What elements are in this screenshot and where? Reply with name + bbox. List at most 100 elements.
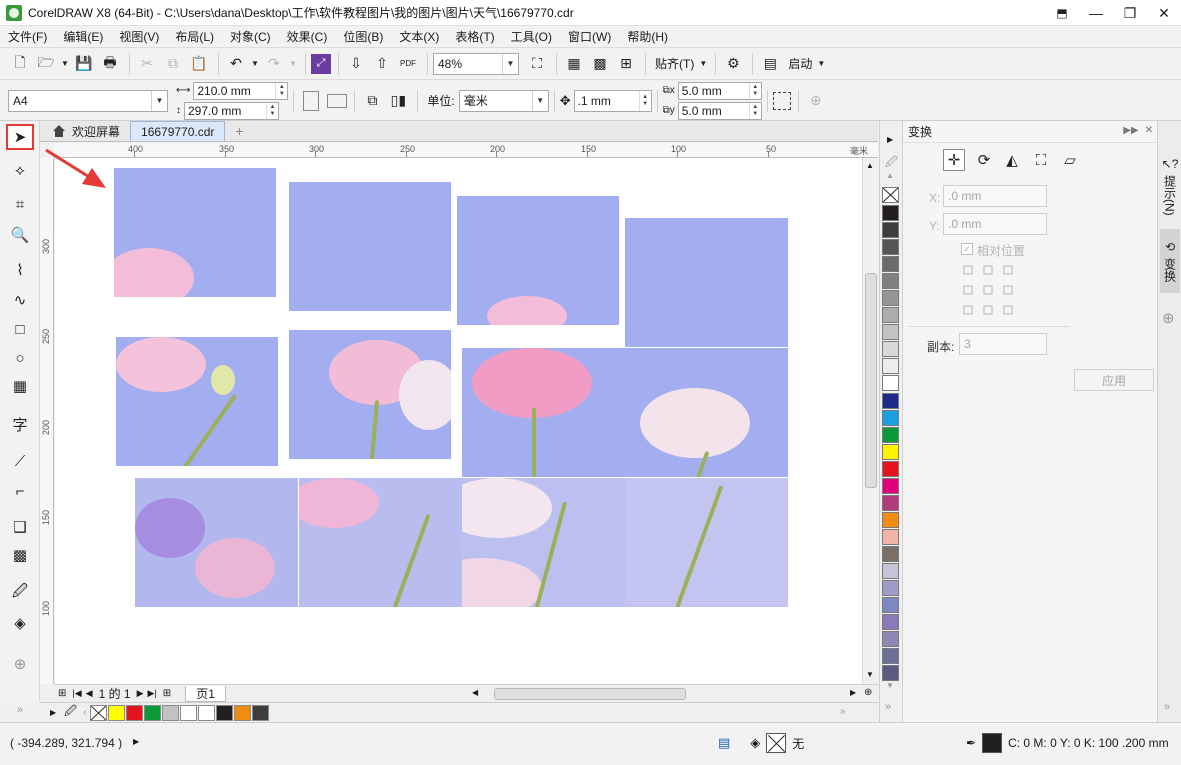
menu-file[interactable]: 文件(F): [0, 28, 55, 45]
color-proof-icon[interactable]: ▤: [718, 735, 730, 751]
zoom-navigator-icon[interactable]: ⊕: [864, 687, 872, 698]
color-swatch[interactable]: [234, 704, 252, 721]
menu-table[interactable]: 表格(T): [447, 28, 502, 45]
x-position-input[interactable]: .0 mm: [943, 185, 1047, 207]
paper-size-combo[interactable]: A4 ▼: [8, 89, 168, 112]
current-page-icon[interactable]: ▯▮: [386, 89, 410, 113]
spin-arrows-icon[interactable]: ▲ ▼: [266, 102, 278, 119]
redo-icon[interactable]: ↷: [262, 52, 286, 76]
undo-icon[interactable]: ↶: [224, 52, 248, 76]
tab-hints[interactable]: ↖? 提示(N): [1160, 143, 1180, 229]
paste-icon[interactable]: 📋: [187, 52, 211, 76]
undo-dropdown-icon[interactable]: ▼: [250, 52, 260, 76]
new-document-icon[interactable]: 🗋: [8, 52, 32, 76]
last-page-icon[interactable]: ▶|: [148, 688, 157, 699]
rotate-tab-icon[interactable]: ⟳: [973, 149, 995, 171]
horizontal-scroll-thumb[interactable]: [494, 688, 686, 700]
launch-dropdown-icon[interactable]: ▼: [816, 52, 826, 76]
drop-shadow-icon[interactable]: ❑: [6, 514, 34, 540]
color-swatch[interactable]: [882, 563, 899, 579]
eyedropper-icon[interactable]: 🖉: [64, 702, 77, 723]
color-swatch[interactable]: [882, 290, 899, 306]
connector-tool-icon[interactable]: ⌐: [6, 478, 34, 504]
freehand-tool-icon[interactable]: ⌇: [6, 257, 34, 283]
snap-to-menu[interactable]: 贴齐(T): [655, 55, 694, 72]
color-swatch[interactable]: [882, 427, 899, 443]
scale-mirror-tab-icon[interactable]: ◭: [1001, 149, 1023, 171]
graph-paper-icon[interactable]: ▦: [6, 373, 34, 399]
transparency-icon[interactable]: ▩: [6, 542, 34, 568]
palette-menu-icon[interactable]: ▶: [50, 708, 56, 717]
scroll-left-icon[interactable]: ‹: [83, 707, 86, 718]
add-tool-icon[interactable]: ⊕: [6, 651, 34, 677]
outline-color-box[interactable]: [982, 733, 1003, 753]
help-icon[interactable]: ⬒: [1045, 0, 1079, 26]
menu-edit[interactable]: 编辑(E): [55, 28, 111, 45]
export-icon[interactable]: ⇧: [370, 52, 394, 76]
open-dropdown-icon[interactable]: ▼: [60, 52, 70, 76]
chevron-down-icon[interactable]: ▼: [502, 53, 518, 74]
nudge-distance-input[interactable]: .1 mm ▲ ▼: [573, 89, 652, 112]
menu-window[interactable]: 窗口(W): [560, 28, 619, 45]
show-grid-icon[interactable]: ▩: [588, 52, 612, 76]
skew-tab-icon[interactable]: ▱: [1059, 149, 1081, 171]
color-swatch[interactable]: [126, 704, 144, 721]
portrait-icon[interactable]: [303, 90, 320, 111]
restore-button[interactable]: ❐: [1113, 0, 1147, 26]
color-swatch[interactable]: [882, 222, 899, 238]
color-swatch[interactable]: [108, 704, 126, 721]
expand-icon[interactable]: »: [1164, 701, 1170, 713]
color-swatch[interactable]: [882, 648, 899, 664]
palette-menu-icon[interactable]: ▶: [887, 135, 893, 144]
color-swatch[interactable]: [882, 358, 899, 374]
color-swatch[interactable]: [882, 495, 899, 511]
color-swatch[interactable]: [882, 341, 899, 357]
vertical-ruler[interactable]: 300 250 200 150 100: [40, 158, 54, 684]
ellipse-tool-icon[interactable]: ○: [6, 345, 34, 371]
vertical-scroll-thumb[interactable]: [865, 273, 877, 488]
add-page-after-icon[interactable]: ⊞: [163, 688, 171, 699]
fill-color-box[interactable]: [766, 733, 787, 753]
menu-view[interactable]: 视图(V): [111, 28, 167, 45]
fill-bucket-icon[interactable]: ◈: [750, 735, 760, 751]
drawing-canvas[interactable]: [55, 158, 862, 684]
color-swatch[interactable]: [882, 324, 899, 340]
pick-tool-icon[interactable]: ➤: [6, 124, 34, 150]
add-property-icon[interactable]: ⊕: [804, 89, 828, 113]
launch-menu[interactable]: 启动: [788, 55, 812, 72]
color-swatch[interactable]: [882, 256, 899, 272]
color-swatch[interactable]: [882, 239, 899, 255]
add-page-before-icon[interactable]: ⊞: [58, 688, 66, 699]
copy-icon[interactable]: ⧉: [161, 52, 185, 76]
color-swatch[interactable]: [882, 478, 899, 494]
spin-arrows-icon[interactable]: ▲ ▼: [275, 82, 287, 99]
outline-pen-icon[interactable]: ✒: [966, 736, 976, 750]
save-icon[interactable]: 💾: [72, 52, 96, 76]
image-tile[interactable]: [457, 196, 619, 325]
color-swatch[interactable]: [162, 704, 180, 721]
image-tile[interactable]: [289, 182, 451, 311]
close-button[interactable]: ✕: [1147, 0, 1181, 26]
add-tab-button[interactable]: +: [225, 121, 253, 141]
chevron-down-icon[interactable]: ▼: [531, 90, 548, 111]
size-tab-icon[interactable]: ⛶: [1030, 149, 1052, 171]
color-swatch[interactable]: [882, 597, 899, 613]
interactive-fill-icon[interactable]: ◈: [6, 610, 34, 636]
chevron-down-icon[interactable]: ▼: [151, 90, 167, 111]
image-tile[interactable]: [114, 168, 276, 297]
status-menu-icon[interactable]: ▶: [133, 737, 139, 746]
next-page-icon[interactable]: ▶: [137, 688, 144, 699]
image-tile[interactable]: [462, 478, 625, 607]
scroll-right-icon[interactable]: ▶: [850, 688, 856, 697]
crop-tool-icon[interactable]: ⌗: [6, 191, 34, 217]
image-tile[interactable]: [625, 218, 788, 347]
image-tile[interactable]: [625, 348, 788, 477]
color-swatch[interactable]: [252, 704, 270, 721]
spin-arrows-icon[interactable]: ▲ ▼: [748, 102, 761, 119]
close-icon[interactable]: ✕: [1145, 125, 1153, 136]
show-guidelines-icon[interactable]: ⊞: [614, 52, 638, 76]
scroll-up-icon[interactable]: ▲: [866, 161, 874, 170]
color-swatch[interactable]: [882, 307, 899, 323]
snap-dropdown-icon[interactable]: ▼: [698, 52, 708, 76]
image-tile[interactable]: [135, 478, 298, 607]
